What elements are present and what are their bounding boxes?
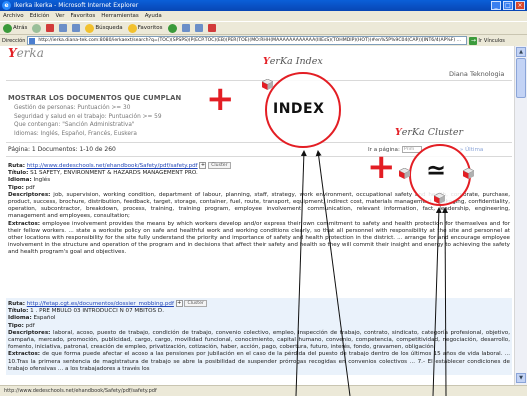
yerka-cluster-label: YerKa Cluster: [395, 127, 464, 138]
query-criteria: Gestión de personas: Puntuación >= 30 Se…: [14, 104, 162, 138]
scroll-down-arrow-icon[interactable]: ▼: [516, 373, 526, 383]
back-arrow-icon: [3, 23, 12, 33]
result-language: Inglés: [33, 177, 51, 184]
cluster-button[interactable]: Cluster: [184, 300, 207, 307]
search-icon: [85, 23, 95, 33]
result-link[interactable]: http://www.dedeschools.net/ehandbook/Saf…: [27, 163, 198, 169]
last-page-link[interactable]: » Última: [460, 147, 483, 153]
query-heading: MOSTRAR LOS DOCUMENTOS QUE CUMPLAN: [8, 94, 182, 102]
cube-icon: [399, 168, 410, 179]
query-divider: [6, 142, 512, 143]
go-button[interactable]: → Ir: [469, 36, 482, 45]
forward-button[interactable]: [31, 23, 42, 33]
scrollbar-thumb[interactable]: [516, 58, 526, 98]
stop-button[interactable]: [45, 23, 55, 33]
plus-sign-cluster: +: [367, 147, 396, 187]
favorites-button[interactable]: Favoritos: [127, 23, 164, 33]
expand-button[interactable]: +: [175, 300, 183, 307]
cube-icon: [463, 168, 474, 179]
menu-bar: Archivo Edición Ver Favoritos Herramient…: [0, 11, 527, 21]
menu-item-edicion[interactable]: Edición: [30, 11, 50, 21]
star-icon: [127, 23, 137, 33]
cluster-button[interactable]: Cluster: [208, 162, 231, 169]
maximize-button[interactable]: □: [503, 1, 513, 10]
stop-icon: [46, 24, 55, 32]
mail-icon: [181, 24, 190, 32]
home-icon: [72, 24, 81, 32]
address-label: Dirección: [2, 37, 26, 44]
result-type: pdf: [25, 322, 35, 329]
go-arrow-icon: →: [469, 36, 478, 45]
result-descriptors: laboral, acoso, puesto de trabajo, condi…: [8, 329, 510, 351]
result-item: Ruta: http://fetap.cgt.es/documentos/dos…: [6, 298, 512, 376]
refresh-icon: [59, 24, 68, 32]
menu-item-herramientas[interactable]: Herramientas: [101, 11, 138, 21]
minimize-button[interactable]: _: [491, 1, 501, 10]
criterion-contengan: Que contengan: "Sanción Administrativa": [14, 122, 135, 129]
expand-button[interactable]: +: [199, 162, 207, 169]
history-button[interactable]: [167, 23, 178, 33]
edit-icon: [207, 24, 216, 32]
result-title: 1 . PRE MBULO 03 INTRODUCCI N 07 MBITOS …: [30, 308, 164, 315]
forward-arrow-icon: [32, 23, 42, 33]
links-label[interactable]: Vínculos: [484, 38, 505, 44]
cluster-symbol: ≃: [426, 156, 447, 184]
home-button[interactable]: [71, 23, 81, 33]
result-excerpts: employee involvement provides the means …: [8, 220, 511, 256]
result-title: S1 SAFETY, ENVIRONMENT & HAZARDS MANAGEM…: [30, 170, 198, 177]
menu-item-ver[interactable]: Ver: [55, 11, 64, 21]
cube-icon: [434, 193, 445, 204]
menu-item-ayuda[interactable]: Ayuda: [145, 11, 162, 21]
criterion-gestion: Gestión de personas: Puntuación >= 30: [14, 105, 131, 111]
header-divider: [6, 80, 512, 81]
criterion-seguridad: Seguridad y salud en el trabajo: Puntuac…: [14, 113, 162, 120]
scroll-up-arrow-icon[interactable]: ▲: [516, 47, 526, 57]
vertical-scrollbar[interactable]: ▲ ▼: [514, 46, 527, 385]
menu-item-favoritos[interactable]: Favoritos: [70, 11, 95, 21]
page-content: Yerka Diana Teknologia MOSTRAR LOS DOCUM…: [0, 46, 514, 385]
index-text: INDEX: [273, 101, 325, 117]
address-input[interactable]: http://ierka.diana-tek.com:8080/ierkaext…: [27, 36, 468, 45]
yerka-logo: Yerka: [8, 46, 44, 60]
result-type: pdf: [25, 184, 35, 191]
pagination-summary: Página: 1 Documentos: 1-10 de 260: [8, 146, 116, 153]
print-button[interactable]: [194, 23, 204, 33]
ie-icon: e: [2, 1, 11, 10]
search-button[interactable]: Búsqueda: [84, 23, 123, 33]
browser-toolbar: Atrás Búsqueda Favoritos: [0, 21, 527, 34]
company-name: Diana Teknologia: [449, 70, 505, 78]
print-icon: [194, 24, 203, 32]
cube-icon: [262, 79, 273, 90]
window-titlebar: e Ikerka ikerka - Microsoft Internet Exp…: [0, 0, 527, 11]
back-button[interactable]: Atrás: [2, 23, 28, 33]
result-link[interactable]: http://fetap.cgt.es/documentos/dossier_m…: [27, 301, 174, 307]
criterion-idiomas: Idiomas: Inglés, Español, Francés, Euske…: [14, 130, 137, 137]
close-button[interactable]: ×: [515, 1, 525, 10]
refresh-button[interactable]: [58, 23, 68, 33]
window-title: Ikerka ikerka - Microsoft Internet Explo…: [14, 2, 139, 9]
menu-item-archivo[interactable]: Archivo: [3, 11, 24, 21]
result-language: Español: [33, 315, 56, 322]
status-bar: http://www.dedeschools.net/ehandbook/Saf…: [0, 385, 527, 396]
address-bar: Dirección http://ierka.diana-tek.com:808…: [0, 34, 527, 46]
mail-button[interactable]: [181, 23, 191, 33]
edit-button[interactable]: [207, 23, 217, 33]
yerka-index-label: YerKa Index: [263, 56, 323, 67]
history-icon: [167, 23, 177, 33]
result-excerpts: de que forma puede afectar el acoso a la…: [8, 351, 511, 372]
plus-sign-index: +: [206, 79, 235, 119]
